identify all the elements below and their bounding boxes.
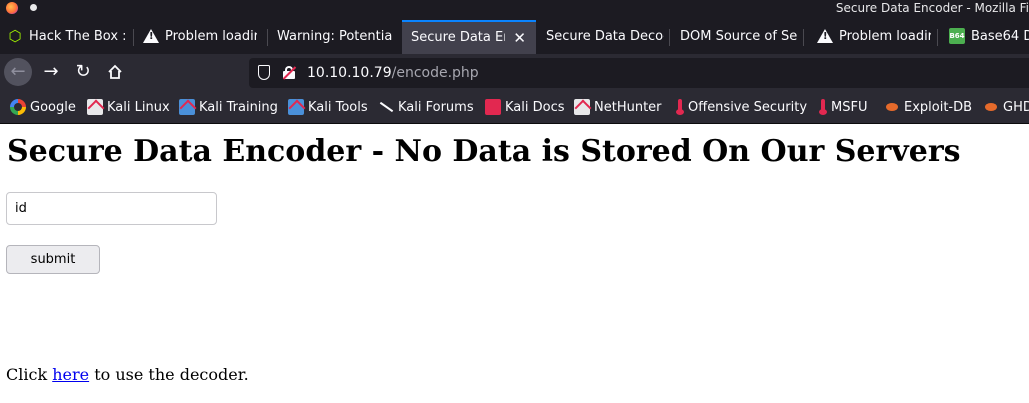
page-heading: Secure Data Encoder - No Data is Stored … [7,134,961,169]
bookmark-label: GHD [1003,100,1029,115]
tab-label: Hack The Box : [29,29,127,44]
url-text[interactable]: 10.10.10.79/encode.php [307,58,479,88]
bookmarks-toolbar: Google Kali Linux Kali Training Kali Too… [0,91,1029,124]
kali-icon [87,98,103,115]
bookmark-label: NetHunter [594,100,662,115]
home-button[interactable] [101,58,129,86]
window-title: Secure Data Encoder - Mozilla Fi [835,1,1029,15]
tab-label: Problem loadir [839,29,931,44]
back-arrow-icon: ← [10,61,26,82]
offsec-icon [676,98,684,115]
msfu-icon [819,98,827,115]
decoder-link-line: Click here to use the decoder. [6,364,249,386]
bookmark-kali-forums[interactable]: Kali Forums [378,91,474,124]
tab-base64-decode[interactable]: B64 Base64 D [938,20,1029,54]
bookmark-label: Exploit-DB [904,100,973,115]
reload-icon: ↻ [75,61,91,82]
google-icon [10,98,26,115]
bookmark-kali-training[interactable]: Kali Training [179,91,278,124]
tab-problem-loading-1[interactable]: Problem loadir [134,20,268,54]
encode-text-input[interactable]: id [6,192,217,225]
bookmark-label: Google [30,100,76,115]
bookmark-label: Kali Docs [505,100,565,115]
back-button[interactable]: ← [4,58,32,86]
bookmark-nethunter[interactable]: NetHunter [574,91,662,124]
ghdb-icon [983,99,999,115]
bookmark-offensive-security[interactable]: Offensive Security [676,91,807,124]
window-titlebar: Secure Data Encoder - Mozilla Fi [0,0,1029,17]
exploitdb-icon [884,99,900,115]
home-icon [108,64,122,79]
window-menu-dot-icon[interactable] [30,4,37,11]
url-path: /encode.php [391,65,479,81]
tab-warning-potential[interactable]: Warning: Potentia [268,20,402,54]
bookmark-kali-tools[interactable]: Kali Tools [288,91,368,124]
firefox-logo-icon [6,2,18,14]
bookmark-label: Kali Forums [398,100,474,115]
bookmark-kali-linux[interactable]: Kali Linux [87,91,170,124]
tab-strip: ⬡ Hack The Box : Problem loadir Warning: … [0,17,1029,54]
bookmark-label: Kali Linux [107,100,170,115]
tracking-protection-shield-icon[interactable] [258,65,270,80]
bookmark-kali-docs[interactable]: Kali Docs [485,91,565,124]
warning-icon [143,28,159,43]
kali-dragon-icon [378,99,394,115]
decoder-link[interactable]: here [52,365,89,384]
tab-label: Warning: Potentia [277,29,393,44]
warning-icon [817,28,833,43]
reload-button[interactable]: ↻ [69,58,97,86]
bookmark-label: Kali Tools [308,100,368,115]
kali-training-icon [179,98,195,115]
tab-label: Problem loadir [165,29,257,44]
hackthebox-icon: ⬡ [8,26,22,45]
url-bar[interactable]: 10.10.10.79/encode.php [249,58,1029,88]
tab-label: Secure Data En [411,30,505,45]
bookmark-google[interactable]: Google [10,91,76,124]
tab-label: DOM Source of Se [680,29,798,44]
forward-button[interactable]: → [37,58,65,86]
nethunter-icon [574,98,590,115]
footer-text-after: to use the decoder. [89,365,249,384]
tab-secure-data-decoder[interactable]: Secure Data Decoc [536,20,670,54]
bookmark-label: Offensive Security [688,100,808,115]
footer-text-before: Click [6,365,53,384]
close-tab-icon[interactable]: ✕ [513,22,526,54]
base64-icon: B64 [949,27,965,44]
bookmark-msfu[interactable]: MSFU [819,91,867,124]
submit-button[interactable]: submit [6,245,100,274]
tab-dom-source[interactable]: DOM Source of Se [670,20,804,54]
forward-arrow-icon: → [43,61,59,82]
insecure-lock-icon[interactable] [282,66,297,80]
page-content: Secure Data Encoder - No Data is Stored … [0,124,1029,403]
bookmark-label: Kali Training [199,100,278,115]
tab-label: Secure Data Decoc [546,29,664,44]
bookmark-label: MSFU [831,100,868,115]
tab-label: Base64 D [971,29,1029,44]
kali-tools-icon [288,98,304,115]
navigation-toolbar: ← → ↻ 10.10.10.79/encode.php [0,54,1029,91]
kali-docs-icon [485,98,501,115]
tab-hack-the-box[interactable]: ⬡ Hack The Box : [0,20,134,54]
bookmark-exploit-db[interactable]: Exploit-DB [884,91,972,124]
tab-secure-data-encoder[interactable]: Secure Data En ✕ [402,20,536,54]
bookmark-ghdb[interactable]: GHD [983,91,1029,124]
tab-problem-loading-2[interactable]: Problem loadir [804,20,938,54]
url-host: 10.10.10.79 [307,65,392,81]
